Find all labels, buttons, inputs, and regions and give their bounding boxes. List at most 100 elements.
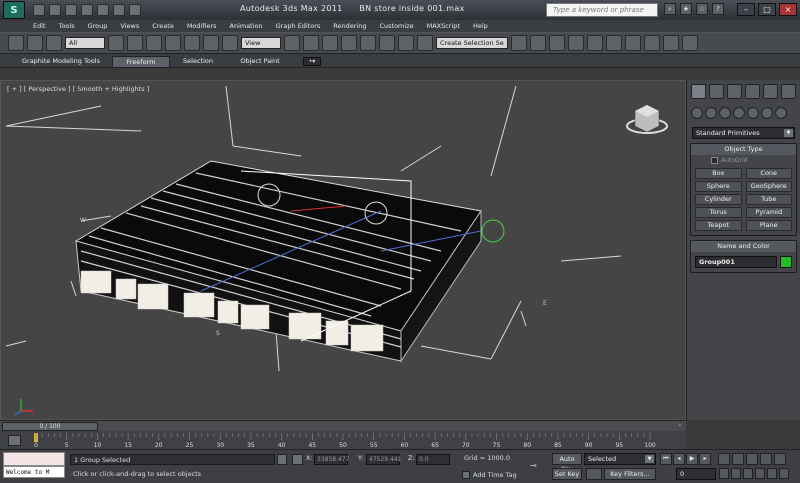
named-selection-sets-dropdown[interactable]: Create Selection Se — [436, 37, 508, 49]
zoom-icon[interactable] — [732, 453, 744, 465]
maxscript-listener[interactable]: Welcome to M — [3, 466, 65, 478]
menu-group[interactable]: Group — [88, 22, 108, 30]
window-crossing-icon[interactable] — [165, 35, 181, 51]
rotate-icon[interactable] — [203, 35, 219, 51]
menu-graph-editors[interactable]: Graph Editors — [276, 22, 321, 30]
layer-manager-icon[interactable] — [549, 35, 565, 51]
lights-icon[interactable] — [719, 107, 731, 119]
keyboard-shortcut-toggle-icon[interactable] — [322, 35, 338, 51]
perspective-viewport[interactable]: [ + ] [ Perspective ] [ Smooth + Highlig… — [0, 80, 686, 420]
menu-edit[interactable]: Edit — [33, 22, 46, 30]
geometry-icon[interactable] — [691, 107, 703, 119]
render-production-icon[interactable] — [682, 35, 698, 51]
hierarchy-panel-icon[interactable] — [727, 84, 742, 99]
zoom-all-icon[interactable] — [746, 453, 758, 465]
y-coordinate-field[interactable]: 47529.441 — [366, 454, 401, 465]
menu-modifiers[interactable]: Modifiers — [187, 22, 217, 30]
x-coordinate-field[interactable]: 33858.477 — [314, 454, 349, 465]
helpers-icon[interactable] — [747, 107, 759, 119]
reference-coordinate-dropdown[interactable]: View — [241, 37, 281, 49]
set-key-icon[interactable] — [586, 468, 602, 480]
key-filters-button[interactable]: Key Filters... — [604, 468, 656, 480]
help-icon[interactable]: ? — [712, 3, 724, 15]
previous-frame-icon[interactable]: ◂ — [673, 453, 685, 465]
motion-panel-icon[interactable] — [745, 84, 760, 99]
communication-center-icon[interactable]: ☆ — [696, 3, 708, 15]
menu-customize[interactable]: Customize — [379, 22, 413, 30]
autogrid-checkbox-box[interactable] — [711, 157, 718, 164]
selection-lock-icon[interactable] — [277, 454, 287, 465]
add-time-tag[interactable]: Add Time Tag — [462, 469, 530, 480]
go-to-start-icon[interactable]: ⏮ — [660, 453, 672, 465]
tube-button[interactable]: Tube — [745, 194, 792, 205]
maxscript-listener-output[interactable] — [3, 452, 65, 466]
auto-key-button[interactable]: Auto Key — [552, 453, 582, 473]
menu-animation[interactable]: Animation — [230, 22, 263, 30]
snaps-toggle-icon[interactable] — [341, 35, 357, 51]
menu-rendering[interactable]: Rendering — [333, 22, 366, 30]
utilities-panel-icon[interactable] — [781, 84, 796, 99]
cylinder-button[interactable]: Cylinder — [695, 194, 742, 205]
mirror-icon[interactable] — [511, 35, 527, 51]
tab-freeform[interactable]: Freeform — [112, 56, 170, 67]
teapot-button[interactable]: Teapot — [695, 220, 742, 231]
save-file-icon[interactable] — [65, 4, 77, 16]
maximize-viewport-icon[interactable] — [779, 468, 789, 479]
edit-named-selection-icon[interactable] — [417, 35, 433, 51]
menu-views[interactable]: Views — [120, 22, 139, 30]
scale-icon[interactable] — [222, 35, 238, 51]
time-slider-thumb[interactable]: 0 / 100 — [2, 422, 98, 431]
rectangle-selection-icon[interactable] — [146, 35, 162, 51]
object-name-field[interactable]: Group001 — [695, 256, 777, 268]
bind-space-warp-icon[interactable] — [46, 35, 62, 51]
rendered-frame-window-icon[interactable] — [663, 35, 679, 51]
percent-snap-icon[interactable] — [379, 35, 395, 51]
absolute-mode-icon[interactable] — [292, 454, 303, 465]
select-by-name-icon[interactable] — [127, 35, 143, 51]
torus-button[interactable]: Torus — [695, 207, 742, 218]
time-configuration-icon[interactable] — [731, 468, 741, 479]
subscription-icon[interactable]: ★ — [680, 3, 692, 15]
track-bar[interactable]: 0 5 10 15 20 25 30 35 40 45 50 55 60 65 70 75 80 85 90 95 10… — [0, 431, 686, 449]
create-panel-icon[interactable] — [691, 84, 706, 99]
open-file-icon[interactable] — [49, 4, 61, 16]
new-file-icon[interactable] — [33, 4, 45, 16]
key-mode-toggle-icon[interactable] — [719, 468, 729, 479]
selection-filter-dropdown[interactable]: All — [65, 37, 105, 49]
search-input[interactable]: Type a keyword or phrase — [546, 3, 658, 17]
select-manipulate-icon[interactable] — [303, 35, 319, 51]
modify-panel-icon[interactable] — [709, 84, 724, 99]
systems-icon[interactable] — [775, 107, 787, 119]
menu-help[interactable]: Help — [473, 22, 488, 30]
viewport-label[interactable]: [ + ] [ Perspective ] [ Smooth + Highlig… — [7, 85, 149, 93]
display-panel-icon[interactable] — [763, 84, 778, 99]
material-editor-icon[interactable] — [625, 35, 641, 51]
render-setup-icon[interactable] — [644, 35, 660, 51]
schematic-view-icon[interactable] — [606, 35, 622, 51]
graphite-toggle-icon[interactable] — [568, 35, 584, 51]
autogrid-checkbox[interactable]: AutoGrid — [691, 155, 796, 166]
next-frame-icon[interactable]: ▸ — [699, 453, 711, 465]
tab-object-paint[interactable]: Object Paint — [234, 56, 286, 67]
menu-tools[interactable]: Tools — [59, 22, 75, 30]
hold-icon[interactable] — [113, 4, 125, 16]
angle-snap-icon[interactable] — [360, 35, 376, 51]
undo-icon[interactable] — [81, 4, 93, 16]
redo-icon[interactable] — [97, 4, 109, 16]
menu-create[interactable]: Create — [152, 22, 174, 30]
app-menu-button[interactable]: S — [3, 1, 25, 19]
search-icon[interactable]: ⌕ — [664, 3, 676, 15]
time-slider-next-icon[interactable]: › — [676, 422, 684, 431]
spinner-snap-icon[interactable] — [398, 35, 414, 51]
select-object-icon[interactable] — [108, 35, 124, 51]
sphere-button[interactable]: Sphere — [695, 181, 742, 192]
set-key-button[interactable]: Set Key — [552, 468, 582, 480]
pan-view-icon[interactable] — [755, 468, 765, 479]
align-icon[interactable] — [530, 35, 546, 51]
geosphere-button[interactable]: GeoSphere — [745, 181, 792, 192]
primitive-category-dropdown[interactable]: Standard Primitives ▼ — [692, 127, 795, 139]
key-mode-dropdown[interactable]: Selected ▼ — [584, 453, 656, 465]
unlink-icon[interactable] — [27, 35, 43, 51]
time-slider[interactable]: ‹ 0 / 100 › — [0, 420, 686, 431]
z-coordinate-field[interactable]: 0.0 — [416, 454, 450, 465]
